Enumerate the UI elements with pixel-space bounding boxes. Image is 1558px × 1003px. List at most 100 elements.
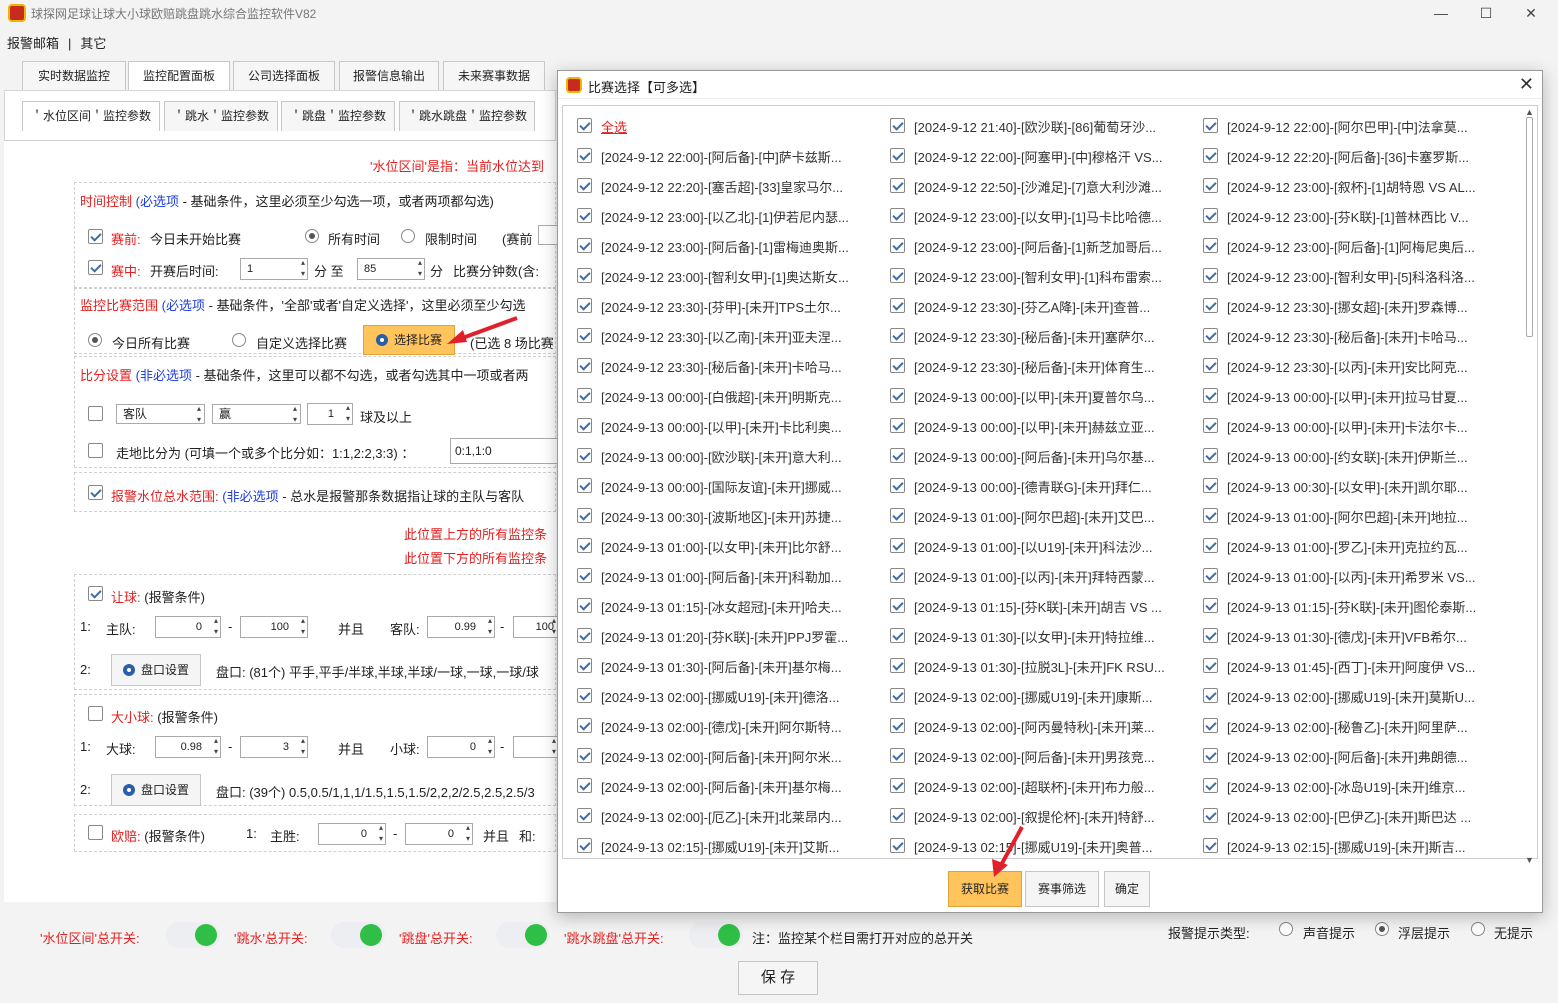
match-checkbox[interactable] bbox=[1203, 568, 1218, 583]
match-checkbox[interactable] bbox=[1203, 178, 1218, 193]
alarm-water-checkbox[interactable] bbox=[88, 485, 103, 500]
match-checkbox[interactable] bbox=[577, 238, 592, 253]
sound-radio[interactable] bbox=[1279, 922, 1293, 936]
match-checkbox[interactable] bbox=[577, 448, 592, 463]
prematch-checkbox[interactable] bbox=[88, 229, 103, 244]
subtab-dive-jump[interactable]: ＇跳水跳盘＇监控参数 bbox=[399, 101, 535, 131]
goal-score-checkbox[interactable] bbox=[88, 443, 103, 458]
away-max[interactable]: 100 bbox=[513, 615, 559, 638]
match-checkbox[interactable] bbox=[1203, 598, 1218, 613]
match-checkbox[interactable] bbox=[1203, 748, 1218, 763]
match-checkbox[interactable] bbox=[577, 748, 592, 763]
all-time-radio[interactable] bbox=[305, 229, 319, 243]
home-max[interactable]: 100 bbox=[240, 615, 308, 638]
match-checkbox[interactable] bbox=[577, 508, 592, 523]
match-checkbox[interactable] bbox=[1203, 148, 1218, 163]
euro-checkbox[interactable] bbox=[88, 825, 103, 840]
win-max[interactable]: 0 bbox=[405, 822, 473, 845]
score-team-checkbox[interactable] bbox=[88, 406, 103, 421]
match-checkbox[interactable] bbox=[1203, 808, 1218, 823]
match-checkbox[interactable] bbox=[1203, 268, 1218, 283]
match-checkbox[interactable] bbox=[577, 598, 592, 613]
match-checkbox[interactable] bbox=[1203, 328, 1218, 343]
match-checkbox[interactable] bbox=[890, 148, 905, 163]
ou-pan-button[interactable]: 盘口设置 bbox=[111, 774, 201, 806]
small-min[interactable]: 0 bbox=[427, 735, 495, 758]
match-checkbox[interactable] bbox=[1203, 658, 1218, 673]
match-checkbox[interactable] bbox=[890, 418, 905, 433]
match-checkbox[interactable] bbox=[890, 658, 905, 673]
match-checkbox[interactable] bbox=[577, 628, 592, 643]
limit-time-radio[interactable] bbox=[401, 229, 415, 243]
match-checkbox[interactable] bbox=[1203, 238, 1218, 253]
match-checkbox[interactable] bbox=[577, 778, 592, 793]
match-checkbox[interactable] bbox=[577, 358, 592, 373]
switch-divejump-toggle[interactable] bbox=[689, 922, 743, 948]
after-start-to[interactable]: 85 bbox=[357, 257, 425, 280]
switch-water-toggle[interactable] bbox=[166, 922, 220, 948]
match-checkbox[interactable] bbox=[890, 508, 905, 523]
tab-company[interactable]: 公司选择面板 bbox=[233, 61, 335, 91]
match-checkbox[interactable] bbox=[890, 718, 905, 733]
match-checkbox[interactable] bbox=[1203, 688, 1218, 703]
match-checkbox[interactable] bbox=[890, 808, 905, 823]
result-select[interactable]: 赢 bbox=[212, 403, 301, 425]
subtab-jump[interactable]: ＇跳盘＇监控参数 bbox=[281, 101, 395, 131]
away-min[interactable]: 0.99 bbox=[427, 615, 495, 638]
match-checkbox[interactable] bbox=[1203, 478, 1218, 493]
match-checkbox[interactable] bbox=[1203, 628, 1218, 643]
team-select[interactable]: 客队 bbox=[116, 403, 205, 425]
scroll-down-icon[interactable]: ▼ bbox=[1525, 855, 1534, 865]
menu-alarm-email[interactable]: 报警邮箱 bbox=[0, 30, 66, 55]
match-checkbox[interactable] bbox=[1203, 508, 1218, 523]
save-button[interactable]: 保 存 bbox=[738, 961, 818, 995]
big-min[interactable]: 0.98 bbox=[155, 735, 221, 758]
vertical-scrollbar[interactable]: ▲ ▼ bbox=[1524, 107, 1534, 865]
match-checkbox[interactable] bbox=[577, 148, 592, 163]
match-checkbox[interactable] bbox=[1203, 208, 1218, 223]
all-matches-radio[interactable] bbox=[88, 333, 102, 347]
match-checkbox[interactable] bbox=[1203, 358, 1218, 373]
match-checkbox[interactable] bbox=[890, 178, 905, 193]
subtab-water-range[interactable]: ＇水位区间＇监控参数 bbox=[22, 101, 160, 131]
select-matches-button[interactable]: 选择比赛 bbox=[363, 325, 455, 355]
match-checkbox[interactable] bbox=[890, 688, 905, 703]
match-checkbox[interactable] bbox=[577, 568, 592, 583]
match-checkbox[interactable] bbox=[1203, 778, 1218, 793]
handicap-checkbox[interactable] bbox=[88, 586, 103, 601]
match-checkbox[interactable] bbox=[577, 478, 592, 493]
match-checkbox[interactable] bbox=[1203, 838, 1218, 853]
match-checkbox[interactable] bbox=[890, 268, 905, 283]
tab-realtime[interactable]: 实时数据监控 bbox=[22, 61, 126, 91]
tab-future[interactable]: 未来赛事数据 bbox=[443, 61, 545, 91]
match-checkbox[interactable] bbox=[1203, 388, 1218, 403]
match-checkbox[interactable] bbox=[577, 718, 592, 733]
switch-jump-toggle[interactable] bbox=[496, 922, 550, 948]
match-checkbox[interactable] bbox=[890, 598, 905, 613]
goal-score-input[interactable]: 0:1,1:0 bbox=[450, 438, 560, 464]
match-checkbox[interactable] bbox=[577, 268, 592, 283]
match-checkbox[interactable] bbox=[890, 448, 905, 463]
match-checkbox[interactable] bbox=[577, 328, 592, 343]
none-radio[interactable] bbox=[1471, 922, 1485, 936]
match-checkbox[interactable] bbox=[890, 628, 905, 643]
match-checkbox[interactable] bbox=[577, 178, 592, 193]
match-checkbox[interactable] bbox=[577, 538, 592, 553]
match-checkbox[interactable] bbox=[577, 838, 592, 853]
match-checkbox[interactable] bbox=[890, 298, 905, 313]
after-start-from[interactable]: 1 bbox=[240, 257, 308, 280]
maximize-icon[interactable]: ☐ bbox=[1475, 2, 1497, 24]
scroll-up-icon[interactable]: ▲ bbox=[1525, 107, 1534, 117]
win-min[interactable]: 0 bbox=[318, 822, 386, 845]
scroll-thumb[interactable] bbox=[1526, 117, 1533, 337]
match-checkbox[interactable] bbox=[890, 568, 905, 583]
match-checkbox[interactable] bbox=[1203, 718, 1218, 733]
match-checkbox[interactable] bbox=[890, 538, 905, 553]
tab-alarm-output[interactable]: 报警信息输出 bbox=[339, 61, 439, 91]
match-checkbox[interactable] bbox=[890, 778, 905, 793]
match-checkbox[interactable] bbox=[890, 118, 905, 133]
float-radio[interactable] bbox=[1375, 922, 1389, 936]
inplay-checkbox[interactable] bbox=[88, 260, 103, 275]
close-icon[interactable]: ✕ bbox=[1519, 74, 1534, 95]
match-checkbox[interactable] bbox=[1203, 418, 1218, 433]
